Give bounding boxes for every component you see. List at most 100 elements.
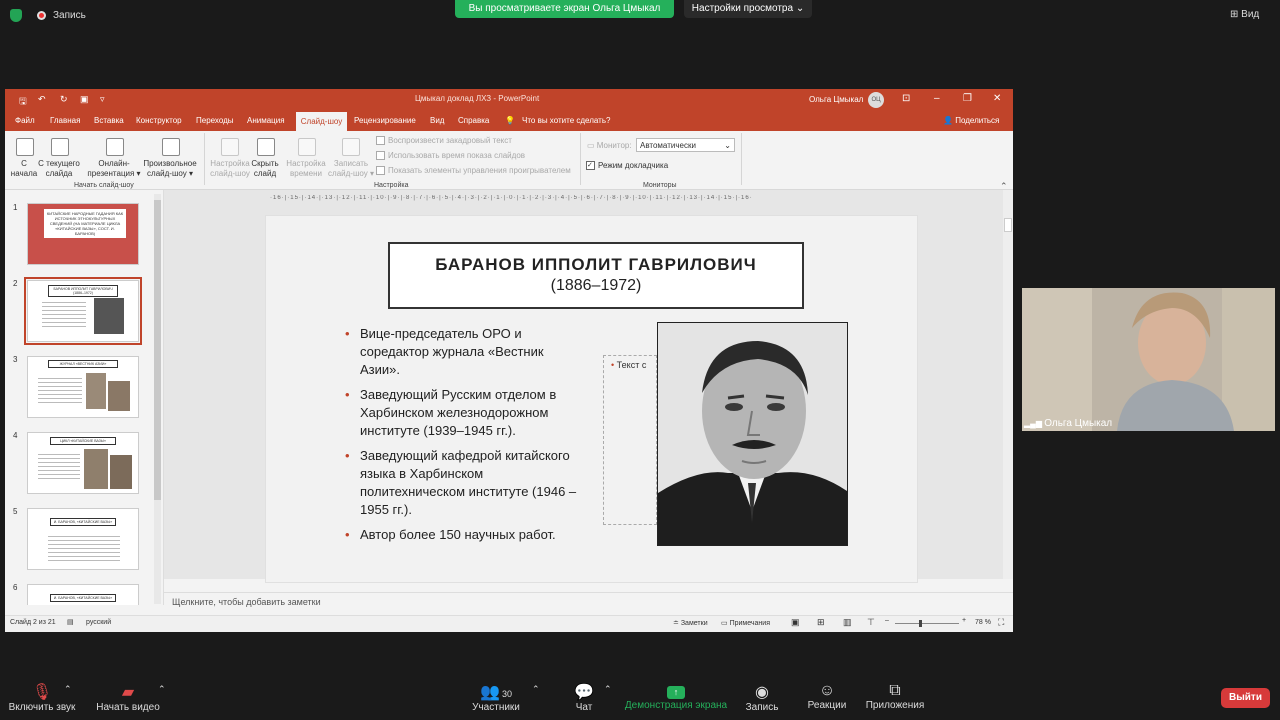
zoom-in-icon[interactable]: +: [962, 617, 966, 624]
shield-icon[interactable]: [10, 9, 22, 22]
participant-video[interactable]: [1022, 288, 1275, 431]
monitor-select[interactable]: Автоматически ⌄: [636, 138, 735, 152]
normal-view-icon[interactable]: ▣: [791, 617, 800, 628]
user-name[interactable]: Ольга Цмыкал: [809, 95, 863, 104]
chevron-up-icon[interactable]: ⌃: [532, 684, 540, 695]
view-settings-button[interactable]: Настройки просмотра ⌄: [684, 0, 812, 18]
thumbnail-1[interactable]: КИТАЙСКИЕ НАРОДНЫЕ ГАДАНИЯ КАК ИСТОЧНИК …: [27, 203, 139, 265]
slideshow-view-icon[interactable]: ⊤: [867, 617, 875, 628]
zoom-level[interactable]: 78 %: [975, 619, 991, 626]
tab-slideshow[interactable]: Слайд-шоу: [296, 112, 347, 131]
from-start-button[interactable]: С начала: [7, 159, 41, 179]
placeholder-text: • Текст с: [611, 360, 647, 370]
spellcheck-icon[interactable]: ▤: [67, 618, 74, 626]
viewing-banner: Вы просматриваете экран Ольга Цмыкал: [455, 0, 674, 18]
notes-pane[interactable]: Щелкните, чтобы добавить заметки: [164, 592, 1013, 611]
chevron-up-icon[interactable]: ⌃: [158, 684, 166, 695]
window-title: Цмыкал доклад ЛХЗ - PowerPoint: [415, 94, 540, 103]
monitor-icon: ▭: [587, 141, 597, 150]
record-circle-icon: ◉: [755, 684, 769, 701]
bullet-item: Вице-председатель ОРО и соредактор журна…: [345, 325, 585, 379]
tab-help[interactable]: Справка: [458, 116, 489, 125]
tab-home[interactable]: Главная: [50, 116, 80, 125]
slide-bullets[interactable]: Вице-председатель ОРО и соредактор журна…: [345, 325, 585, 551]
redo-icon[interactable]: ↻: [60, 94, 68, 105]
start-video-button[interactable]: ▰ Начать видео: [96, 682, 160, 713]
zoom-slider[interactable]: [895, 620, 959, 627]
chevron-up-icon[interactable]: ⌃: [64, 684, 72, 695]
status-bar: Слайд 2 из 21 ▤ русский ≐ Заметки ▭ Прим…: [5, 615, 1013, 632]
text-placeholder[interactable]: [603, 355, 657, 525]
start-slideshow-icon[interactable]: ▣: [80, 94, 89, 105]
ribbon-divider: [741, 133, 742, 185]
avatar[interactable]: ОЦ: [868, 92, 884, 108]
portrait-photo[interactable]: [657, 322, 848, 546]
from-current-button[interactable]: С текущего слайда: [37, 159, 81, 179]
tab-transitions[interactable]: Переходы: [196, 116, 234, 125]
canvas-scrollbar[interactable]: [1003, 190, 1013, 579]
share-screen-button[interactable]: ↑ Демонстрация экрана: [624, 682, 728, 711]
tab-review[interactable]: Рецензирование: [354, 116, 416, 125]
record-button[interactable]: ◉ Запись: [742, 682, 782, 713]
online-presentation-button[interactable]: Онлайн-презентация ▾: [87, 159, 141, 179]
thumbnail-4[interactable]: ЦИКЛ «КИТАЙСКИЕ ВАЗЫ»: [27, 432, 139, 494]
thumb-number: 4: [13, 431, 18, 440]
slide-title: БАРАНОВ ИППОЛИТ ГАВРИЛОВИЧ: [435, 255, 757, 274]
save-icon[interactable]: 🖫: [19, 94, 27, 110]
reading-view-icon[interactable]: ▥: [843, 617, 852, 628]
comment-icon: ▭: [721, 620, 728, 627]
hide-slide-button[interactable]: Скрыть слайд: [250, 159, 280, 179]
slide-sorter-icon[interactable]: ⊞: [817, 617, 825, 628]
undo-icon[interactable]: ↶: [38, 94, 46, 105]
bullet-item: Автор более 150 научных работ.: [345, 526, 585, 544]
group-start-label: Начать слайд-шоу: [74, 182, 134, 189]
narration-checkbox[interactable]: Воспроизвести закадровый текст: [376, 136, 512, 146]
ribbon-tabs: Файл Главная Вставка Конструктор Переход…: [5, 111, 1013, 131]
minimize-icon[interactable]: –: [934, 93, 940, 104]
thumbnail-5[interactable]: И. БАРАНОВ, «КИТАЙСКИЕ ВАЗЫ»: [27, 508, 139, 570]
title-bar: 🖫 ↶ ↻ ▣ ▿ Цмыкал доклад ЛХЗ - PowerPoint…: [5, 89, 1013, 111]
share-button[interactable]: 👤 Поделиться: [943, 116, 999, 125]
zoom-out-icon[interactable]: –: [885, 617, 889, 624]
thumbnail-2[interactable]: БАРАНОВ ИППОЛИТ ГАВРИЛОВИЧ (1886–1972): [24, 277, 142, 345]
slide-title-box[interactable]: БАРАНОВ ИППОЛИТ ГАВРИЛОВИЧ (1886–1972): [388, 242, 804, 309]
view-button[interactable]: ⊞ Вид: [1230, 9, 1259, 20]
fit-slide-icon[interactable]: ⛶: [998, 617, 1004, 628]
record-show-button[interactable]: Записать слайд-шоу ▾: [326, 159, 376, 179]
smiley-icon: ☺: [818, 682, 836, 699]
tab-file[interactable]: Файл: [15, 116, 35, 125]
notes-icon: ≐: [673, 620, 679, 627]
apps-button[interactable]: ⧉ Приложения: [862, 682, 928, 711]
reactions-button[interactable]: ☺ Реакции: [805, 682, 849, 711]
notes-toggle[interactable]: ≐ Заметки: [673, 619, 708, 627]
tab-animations[interactable]: Анимация: [247, 116, 285, 125]
from-current-icon: [51, 138, 69, 156]
controls-checkbox[interactable]: Показать элементы управления проигрывате…: [376, 166, 571, 176]
presenter-view-checkbox[interactable]: Режим докладчика: [586, 161, 668, 171]
thumbnail-6[interactable]: И. БАРАНОВ, «КИТАЙСКИЕ ВАЗЫ»: [27, 584, 139, 605]
language-indicator[interactable]: русский: [86, 619, 111, 626]
thumbs-scrollbar[interactable]: [154, 194, 161, 604]
ribbon-display-icon[interactable]: ⊡: [902, 93, 910, 104]
tab-design[interactable]: Конструктор: [136, 116, 182, 125]
chevron-up-icon[interactable]: ⌃: [604, 684, 612, 695]
chat-button[interactable]: 💬 Чат: [568, 682, 600, 713]
hide-slide-icon: [257, 138, 275, 156]
leave-button[interactable]: Выйти: [1221, 688, 1270, 708]
close-icon[interactable]: ✕: [993, 93, 1001, 104]
group-monitors-label: Мониторы: [643, 182, 677, 189]
participants-button[interactable]: 👥 30 Участники: [470, 682, 522, 713]
tab-view[interactable]: Вид: [430, 116, 444, 125]
restore-icon[interactable]: ❐: [963, 93, 972, 104]
rehearse-timings-button[interactable]: Настройка времени: [284, 159, 328, 179]
comments-toggle[interactable]: ▭ Примечания: [721, 619, 770, 627]
tab-insert[interactable]: Вставка: [94, 116, 124, 125]
setup-show-button[interactable]: Настройка слайд-шоу: [208, 159, 252, 179]
custom-show-button[interactable]: Произвольное слайд-шоу ▾: [139, 159, 201, 179]
timings-checkbox[interactable]: Использовать время показа слайдов: [376, 151, 525, 161]
slide-thumbnails: 1 КИТАЙСКИЕ НАРОДНЫЕ ГАДАНИЯ КАК ИСТОЧНИ…: [5, 190, 164, 605]
customize-qat-icon[interactable]: ▿: [100, 94, 105, 105]
tell-me-search[interactable]: Что вы хотите сделать?: [522, 116, 610, 125]
setup-show-icon: [221, 138, 239, 156]
thumbnail-3[interactable]: ЖУРНАЛ «ВЕСТНИК АЗИИ»: [27, 356, 139, 418]
